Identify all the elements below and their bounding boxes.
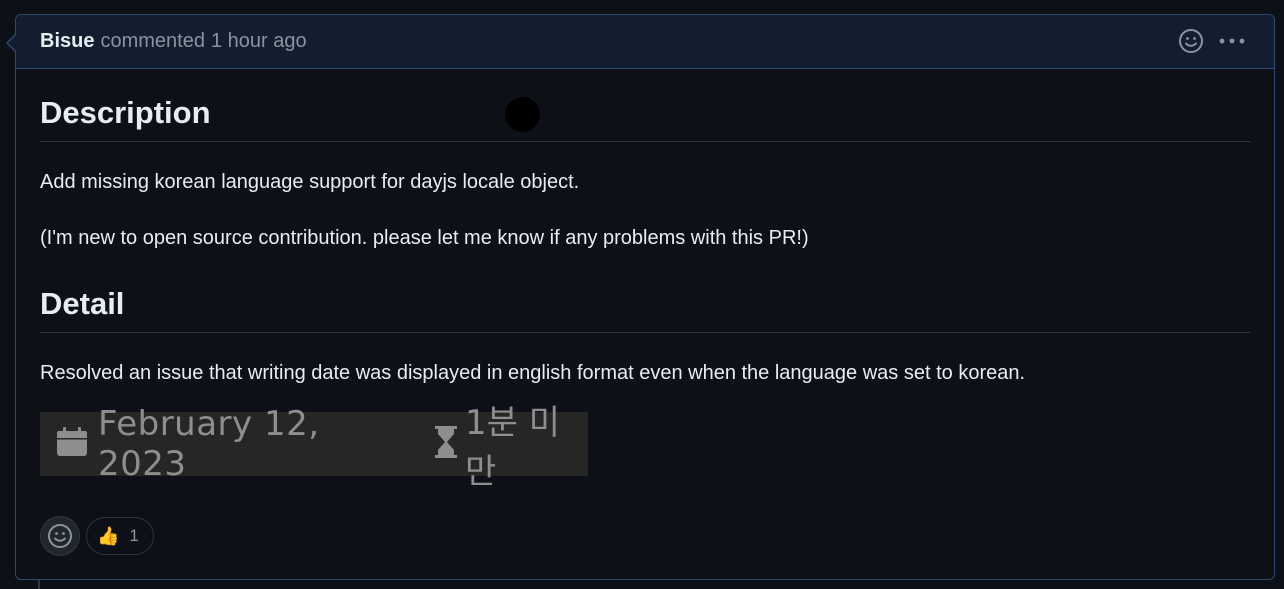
kebab-menu-icon[interactable] [1218, 37, 1246, 45]
add-reaction-button[interactable] [40, 516, 80, 556]
paragraph-note: (I'm new to open source contribution. pl… [40, 227, 809, 249]
comment-meta: commented 1 hour ago [100, 30, 306, 53]
paragraph-detail: Resolved an issue that writing date was … [40, 362, 1026, 384]
paragraph-description: Add missing korean language support for … [40, 171, 580, 193]
author-link[interactable]: Bisue [40, 30, 94, 53]
calendar-icon [56, 427, 88, 461]
reactions-bar: 👍 1 [40, 516, 154, 556]
comment-action: commented [100, 30, 205, 52]
smiley-icon[interactable] [1178, 28, 1204, 54]
screenshot-image[interactable]: February 12, 2023 1분 미만 [40, 403, 588, 492]
heading-detail: Detail [40, 286, 1250, 333]
comment-time-link[interactable]: 1 hour ago [211, 30, 307, 52]
header-caret-inner [8, 34, 17, 52]
comment-header: Bisue commented 1 hour ago [6, 15, 1274, 69]
header-actions [1178, 28, 1246, 54]
thumbs-up-icon: 👍 [97, 525, 120, 546]
hourglass-icon [435, 426, 457, 462]
comment-body: Description Add missing korean language … [16, 95, 1274, 492]
smiley-icon [48, 524, 72, 548]
image-reading-time: 1분 미만 [465, 403, 560, 492]
image-date-text: February 12, 2023 [98, 404, 320, 484]
cursor-dot [505, 97, 540, 132]
comment-box: Bisue commented 1 hour ago Description A… [6, 14, 1275, 580]
reaction-count: 1 [129, 526, 139, 545]
thumbs-up-reaction[interactable]: 👍 1 [86, 517, 154, 555]
heading-description: Description [40, 95, 1250, 142]
